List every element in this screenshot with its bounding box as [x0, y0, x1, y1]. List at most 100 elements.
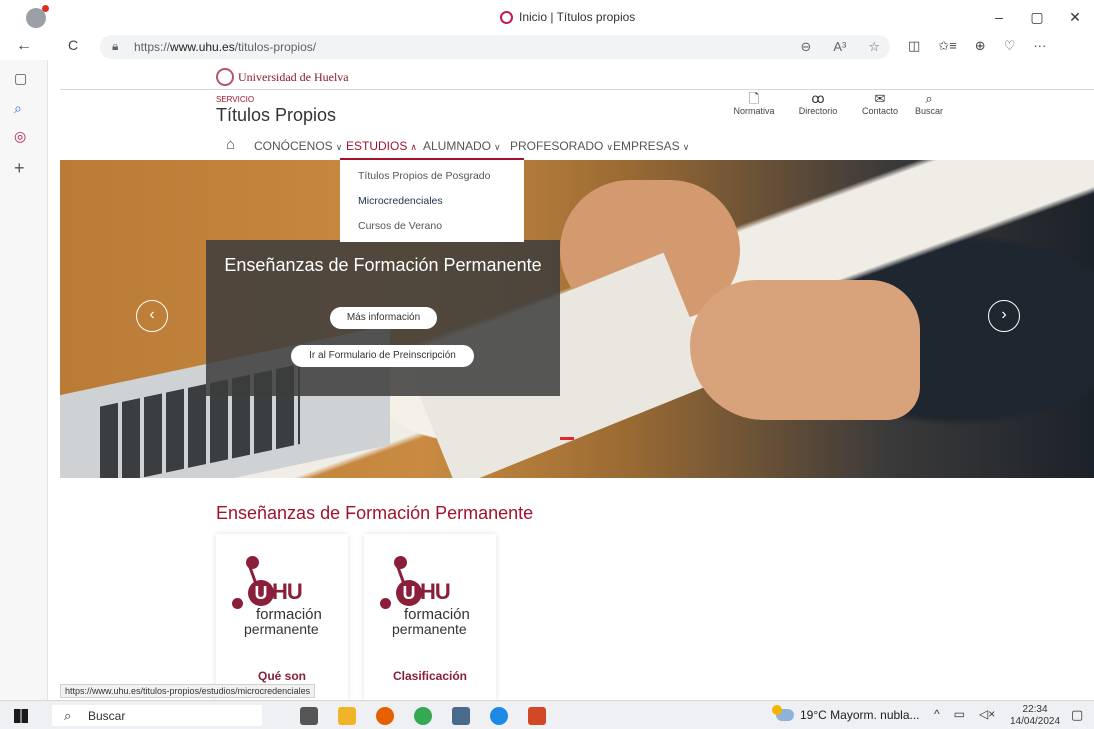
- header-link-label: Normativa: [733, 106, 775, 116]
- taskbar-search-input[interactable]: ⌕ Buscar: [52, 705, 262, 726]
- favorite-star-icon[interactable]: ☆: [868, 39, 880, 55]
- collections-icon[interactable]: ⊕: [975, 38, 986, 54]
- minimize-button[interactable]: –: [980, 4, 1018, 30]
- header-divider: [60, 89, 1094, 90]
- windows-start-icon[interactable]: [14, 709, 28, 723]
- nav-label: PROFESORADO: [510, 139, 604, 153]
- dropdown-item-microcredenciales[interactable]: Microcredenciales: [358, 195, 443, 207]
- weather-widget[interactable]: 19°C Mayorm. nubla...: [772, 705, 920, 722]
- chevron-down-icon: ∨: [682, 142, 690, 152]
- sidebar-search-icon[interactable]: ⌕: [14, 100, 22, 117]
- calculator-icon[interactable]: [452, 707, 470, 725]
- url-path: /titulos-propios/: [234, 40, 317, 54]
- university-seal-icon: [216, 68, 234, 86]
- hero-caption-box: Enseñanzas de Formación Permanente Más i…: [206, 240, 560, 396]
- edge-icon[interactable]: [490, 707, 508, 725]
- tab-actions-icon[interactable]: ▢: [14, 70, 27, 87]
- nav-label: ESTUDIOS: [346, 139, 408, 153]
- favorites-icon[interactable]: ✩≡: [938, 38, 956, 54]
- read-aloud-icon[interactable]: A³: [833, 39, 846, 55]
- window-controls: – ▢ ✕: [980, 4, 1094, 30]
- browser-tools: ◫ ✩≡ ⊕ ♡ ···: [908, 38, 1046, 54]
- powerpoint-icon[interactable]: [528, 707, 546, 725]
- section-title: Enseñanzas de Formación Permanente: [216, 503, 534, 523]
- back-button[interactable]: ←: [16, 37, 32, 55]
- add-sidebar-icon[interactable]: +: [14, 158, 25, 179]
- logo-line1: formación: [256, 606, 322, 623]
- firefox-icon[interactable]: [376, 707, 394, 725]
- chevron-down-icon: ∨: [606, 142, 613, 152]
- url-host: www.uhu.es: [170, 40, 235, 54]
- search-icon: ⌕: [925, 91, 933, 106]
- notification-icon[interactable]: ▢: [1071, 707, 1083, 723]
- nav-empresas[interactable]: EMPRESAS ∨: [613, 139, 689, 153]
- nav-label: CONÓCENOS: [254, 139, 333, 153]
- dropdown-item-posgrado[interactable]: Títulos Propios de Posgrado: [358, 170, 491, 182]
- chrome-icon[interactable]: [414, 707, 432, 725]
- site-title[interactable]: Títulos Propios: [216, 105, 336, 126]
- extensions-icon[interactable]: ♡: [1004, 38, 1016, 54]
- nav-alumnado[interactable]: ALUMNADO ∨: [423, 139, 501, 153]
- university-logo[interactable]: Universidad de Huelva: [216, 68, 349, 86]
- hero-photo-hand: [690, 280, 920, 420]
- system-tray: ^ ▭ ◁×: [934, 707, 995, 721]
- browser-sidebar: ▢ ⌕ ◎ +: [0, 60, 48, 700]
- header-link-label: Directorio: [798, 106, 838, 116]
- nav-conocenos[interactable]: CONÓCENOS ∨: [254, 139, 342, 153]
- show-hidden-icons-icon[interactable]: ^: [934, 707, 940, 721]
- main-nav: ⌂ CONÓCENOS ∨ ESTUDIOS ∧ ALUMNADO ∨ PROFESO…: [60, 135, 1094, 159]
- preregistration-form-button[interactable]: Ir al Formulario de Preinscripción: [291, 345, 474, 367]
- card-que-son[interactable]: U HU formación permanente Qué son: [216, 534, 348, 700]
- sidebar-site-icon[interactable]: ◎: [14, 128, 26, 145]
- people-icon: ꝏ: [811, 91, 825, 106]
- university-name: Universidad de Huelva: [238, 69, 349, 84]
- estudios-dropdown: Títulos Propios de Posgrado Microcredenc…: [340, 160, 524, 242]
- more-info-button[interactable]: Más información: [330, 307, 437, 329]
- uhu-formacion-logo: U HU formación permanente: [378, 556, 482, 644]
- logo-hu: HU: [272, 579, 303, 604]
- profile-avatar[interactable]: [26, 5, 49, 28]
- clock-time: 22:34: [1022, 704, 1048, 715]
- card-label: Qué son: [257, 669, 306, 683]
- home-icon[interactable]: ⌂: [226, 136, 235, 153]
- hero-title: Enseñanzas de Formación Permanente: [224, 255, 542, 275]
- zoom-icon[interactable]: ⊖: [800, 39, 811, 55]
- clock[interactable]: 22:34 14/04/2024: [1010, 704, 1060, 728]
- chevron-up-icon: ∧: [410, 142, 417, 152]
- more-menu-icon[interactable]: ···: [1033, 38, 1046, 54]
- logo-u: U: [396, 580, 422, 606]
- nav-profesorado[interactable]: PROFESORADO ∨: [510, 139, 613, 153]
- url-prefix: https://: [134, 40, 171, 54]
- dropdown-item-cursos-verano[interactable]: Cursos de Verano: [358, 220, 442, 232]
- refresh-button[interactable]: C: [68, 37, 78, 53]
- battery-icon[interactable]: ▭: [954, 707, 965, 721]
- weather-text: 19°C Mayorm. nubla...: [800, 708, 920, 722]
- hero-slider: Enseñanzas de Formación Permanente Más i…: [60, 160, 1094, 478]
- task-view-icon[interactable]: [300, 707, 318, 725]
- nav-estudios[interactable]: ESTUDIOS ∧: [346, 139, 417, 153]
- card-clasificacion[interactable]: U HU formación permanente Clasificación: [364, 534, 496, 700]
- address-toolbar: ← C 🔒︎ https://www.uhu.es/titulos-propio…: [0, 34, 1094, 60]
- windows-taskbar: ⌕ Buscar 19°C Mayorm. nubla... ^ ▭ ◁× 22…: [0, 700, 1094, 729]
- url-input[interactable]: 🔒︎ https://www.uhu.es/titulos-propios/ ⊖…: [100, 35, 890, 59]
- tab-title: Inicio | Títulos propios: [519, 10, 636, 24]
- header-link-normativa[interactable]: 🗋 Normativa: [724, 92, 784, 117]
- slider-prev-icon[interactable]: ‹: [136, 300, 168, 332]
- nav-label: ALUMNADO: [423, 139, 492, 153]
- logo-hu: HU: [420, 579, 451, 604]
- header-link-directorio[interactable]: ꝏ Directorio: [788, 91, 848, 117]
- close-button[interactable]: ✕: [1056, 4, 1094, 30]
- slider-next-icon[interactable]: ›: [988, 300, 1020, 332]
- logo-line1: formación: [404, 606, 470, 623]
- restore-button[interactable]: ▢: [1018, 4, 1056, 30]
- browser-tab[interactable]: Inicio | Títulos propios: [500, 10, 635, 24]
- logo-line2: permanente: [244, 621, 319, 637]
- file-explorer-icon[interactable]: [338, 707, 356, 725]
- header-link-buscar[interactable]: ⌕ Buscar: [899, 91, 959, 117]
- taskbar-search-placeholder: Buscar: [88, 709, 126, 723]
- volume-muted-icon[interactable]: ◁×: [979, 707, 995, 721]
- slider-indicator[interactable]: [560, 437, 574, 440]
- weather-cloud-icon: [772, 705, 794, 721]
- split-screen-icon[interactable]: ◫: [908, 38, 920, 54]
- web-page: Universidad de Huelva SERVICIO Títulos P…: [60, 60, 1094, 700]
